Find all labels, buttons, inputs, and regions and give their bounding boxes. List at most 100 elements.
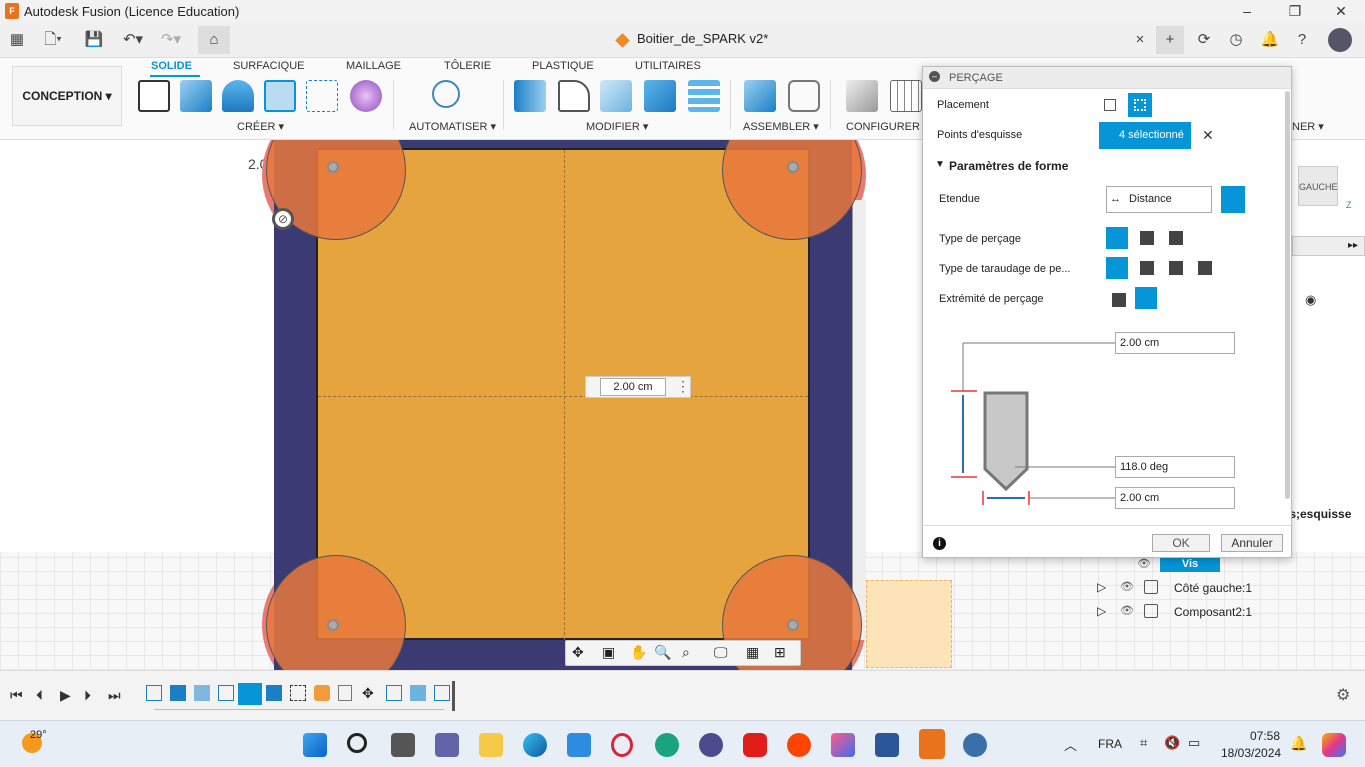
tap-clearance-icon[interactable] bbox=[1140, 261, 1154, 275]
sync-icon[interactable]: ⟳ bbox=[1194, 30, 1214, 50]
clock-icon[interactable]: ◷ bbox=[1226, 30, 1246, 50]
timeline-marker[interactable] bbox=[452, 681, 455, 711]
settings-icon[interactable] bbox=[963, 733, 987, 757]
edge-icon[interactable] bbox=[523, 733, 547, 757]
viewcube[interactable]: GAUCHE bbox=[1298, 166, 1338, 206]
countersink-icon[interactable] bbox=[1169, 231, 1183, 245]
notification-icon[interactable]: 🔔 bbox=[1260, 30, 1280, 50]
hole-icon[interactable] bbox=[264, 80, 296, 112]
volume-icon[interactable]: 🔇 bbox=[1164, 735, 1180, 751]
counterbore-icon[interactable] bbox=[1140, 231, 1154, 245]
tap-taper-icon[interactable] bbox=[1198, 261, 1212, 275]
timeline-feature-move[interactable]: ✥ bbox=[362, 685, 378, 701]
timeline-settings-icon[interactable]: ⚙ bbox=[1336, 685, 1350, 705]
combine-icon[interactable] bbox=[644, 80, 676, 112]
timeline-feature-shell[interactable] bbox=[194, 685, 210, 701]
workspace-switcher[interactable]: CONCEPTION ▾ bbox=[12, 66, 122, 126]
timeline-play-icon[interactable]: ▶ bbox=[60, 687, 71, 704]
eye-icon[interactable]: 👁 bbox=[1137, 557, 1151, 570]
search-icon[interactable] bbox=[347, 733, 367, 753]
info-icon[interactable]: i bbox=[933, 537, 946, 550]
revolve-icon[interactable] bbox=[222, 80, 254, 112]
group-assemble[interactable]: ASSEMBLER ▾ bbox=[743, 120, 819, 133]
language-indicator[interactable]: FRA bbox=[1098, 737, 1122, 751]
group-inspect-partial[interactable]: NER ▾ bbox=[1292, 120, 1324, 133]
from-sketch-icon[interactable] bbox=[1128, 93, 1152, 117]
shape-settings-header[interactable]: Paramètres de forme bbox=[949, 159, 1068, 173]
task-view-icon[interactable] bbox=[391, 733, 415, 757]
timeline-next-icon[interactable]: ⏵ bbox=[84, 687, 91, 704]
file-menu-icon[interactable]: 🗋▾ bbox=[38, 30, 68, 50]
form-icon[interactable] bbox=[350, 80, 382, 112]
visibility-radio-icon[interactable]: ◉ bbox=[1305, 292, 1316, 308]
section-expand-icon[interactable]: ▼ bbox=[935, 159, 945, 170]
manipulator-handle-icon[interactable]: ⊘ bbox=[272, 208, 294, 230]
diameter-field[interactable]: 2.00 cm bbox=[1115, 487, 1235, 509]
create-sketch-icon[interactable] bbox=[138, 80, 170, 112]
configure-table-icon[interactable] bbox=[890, 80, 922, 112]
tab-surface[interactable]: SURFACIQUE bbox=[233, 60, 305, 72]
group-automate[interactable]: AUTOMATISER ▾ bbox=[409, 120, 496, 133]
ok-button[interactable]: OK bbox=[1152, 534, 1210, 552]
battery-icon[interactable]: ▭ bbox=[1188, 735, 1200, 751]
group-configure[interactable]: CONFIGURER ▾ bbox=[846, 120, 929, 133]
fillet-icon[interactable] bbox=[558, 80, 590, 112]
store-icon[interactable] bbox=[567, 733, 591, 757]
tab-utilities[interactable]: UTILITAIRES bbox=[635, 60, 701, 72]
browser-item-vis[interactable]: Vis bbox=[1160, 556, 1220, 572]
collapse-icon[interactable]: – bbox=[929, 71, 940, 82]
tab-plastic[interactable]: PLASTIQUE bbox=[532, 60, 594, 72]
box-top-face[interactable] bbox=[316, 148, 810, 640]
dimension-menu-icon[interactable]: ⋮ bbox=[676, 378, 690, 395]
align-icon[interactable] bbox=[688, 80, 720, 112]
reddit-icon[interactable] bbox=[787, 733, 811, 757]
help-icon[interactable]: ? bbox=[1292, 30, 1312, 50]
close-tab-icon[interactable]: × bbox=[1130, 30, 1150, 50]
new-component-icon[interactable] bbox=[744, 80, 776, 112]
collapsed-panel-toggle-icon[interactable]: ▸▸ bbox=[1292, 236, 1365, 256]
sketch-point-br[interactable] bbox=[787, 619, 799, 631]
cancel-button[interactable]: Annuler bbox=[1221, 534, 1283, 552]
timeline-prev-icon[interactable]: ⏴ bbox=[36, 687, 43, 704]
clock-date[interactable]: 18/03/2024 bbox=[1221, 746, 1281, 760]
timeline-start-icon[interactable]: ⏮ bbox=[10, 687, 23, 704]
opera-icon[interactable] bbox=[611, 733, 633, 757]
orbit-icon[interactable]: ✥ bbox=[572, 644, 584, 661]
timeline-feature-sketch2[interactable] bbox=[218, 685, 234, 701]
clear-selection-icon[interactable]: ✕ bbox=[1202, 127, 1214, 144]
tab-sheet-metal[interactable]: TÔLERIE bbox=[444, 60, 491, 72]
simple-hole-icon[interactable] bbox=[1106, 227, 1128, 249]
depth-dimension-input[interactable]: 2.00 cm bbox=[600, 378, 666, 396]
minimize-button[interactable]: – bbox=[1232, 1, 1262, 21]
shell-icon[interactable] bbox=[600, 80, 632, 112]
home-icon[interactable]: ⌂ bbox=[198, 26, 230, 54]
depth-field[interactable]: 2.00 cm bbox=[1115, 332, 1235, 354]
tray-expand-icon[interactable]: ︿ bbox=[1064, 735, 1077, 754]
expand-icon[interactable]: ▷ bbox=[1097, 580, 1106, 594]
timeline-feature-extrude[interactable] bbox=[170, 685, 186, 701]
sketch-point-bl[interactable] bbox=[327, 619, 339, 631]
start-button-icon[interactable] bbox=[303, 733, 327, 757]
chatgpt-icon[interactable] bbox=[655, 733, 679, 757]
timeline-feature-sketch[interactable] bbox=[146, 685, 162, 701]
undo-icon[interactable]: ↶▾ bbox=[118, 30, 148, 50]
sketch-point-tl[interactable] bbox=[327, 161, 339, 173]
timeline-feature-plane[interactable] bbox=[386, 685, 402, 701]
network-icon[interactable]: ⌗ bbox=[1140, 735, 1147, 751]
flip-direction-icon[interactable] bbox=[1221, 186, 1245, 213]
grid-settings-icon[interactable]: ▦ bbox=[746, 644, 759, 661]
pan-icon[interactable]: ✋ bbox=[630, 644, 647, 661]
timeline-feature-pattern[interactable] bbox=[290, 685, 306, 701]
notifications-icon[interactable]: 🔔 bbox=[1290, 735, 1307, 752]
tab-mesh[interactable]: MAILLAGE bbox=[346, 60, 401, 72]
angled-drill-point-icon[interactable] bbox=[1135, 287, 1157, 309]
group-modify[interactable]: MODIFIER ▾ bbox=[586, 120, 648, 133]
clock-time[interactable]: 07:58 bbox=[1250, 729, 1280, 743]
sketch-points-selection[interactable]: 4 sélectionné bbox=[1099, 122, 1191, 149]
copilot-tray-icon[interactable] bbox=[1322, 733, 1346, 757]
youtube-icon[interactable] bbox=[743, 733, 767, 757]
single-hole-icon[interactable] bbox=[1100, 95, 1120, 115]
dialog-scrollbar[interactable] bbox=[1285, 91, 1290, 499]
tap-simple-icon[interactable] bbox=[1106, 257, 1128, 279]
timeline-feature-sketch3[interactable] bbox=[434, 685, 450, 701]
